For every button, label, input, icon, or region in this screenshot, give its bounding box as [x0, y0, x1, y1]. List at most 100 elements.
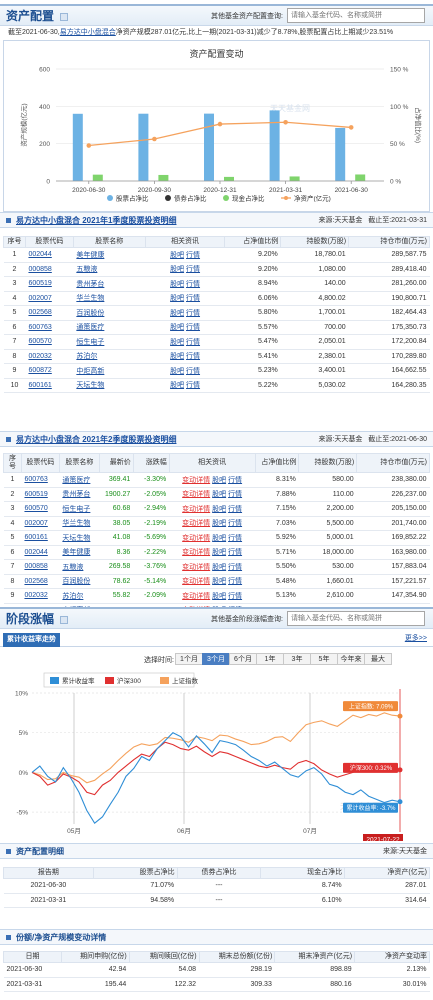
news-link[interactable]: 股吧 — [170, 368, 184, 375]
news-link[interactable]: 行情 — [228, 506, 242, 513]
stock-link[interactable]: 002568 — [24, 578, 47, 585]
news-link[interactable]: 行情 — [186, 324, 200, 331]
range-tab[interactable]: 今年来 — [337, 653, 365, 665]
news-link[interactable]: 股吧 — [170, 382, 184, 389]
news-link[interactable]: 变动详情 — [182, 506, 210, 513]
stock-link[interactable]: 002007 — [24, 520, 47, 527]
news-link[interactable]: 股吧 — [170, 295, 184, 302]
stock-link[interactable]: 中炬高新 — [76, 368, 104, 375]
range-tab[interactable]: 1年 — [256, 653, 284, 665]
news-link[interactable]: 股吧 — [170, 281, 184, 288]
stock-link[interactable]: 天坛生物 — [76, 382, 104, 389]
stock-link[interactable]: 华兰生物 — [62, 520, 90, 527]
holdings1-title[interactable]: 易方达中小盘混合 2021年1季度股票投资明细 — [16, 215, 176, 226]
stock-link[interactable]: 恒生电子 — [62, 506, 90, 513]
stock-link[interactable]: 002044 — [28, 251, 51, 258]
news-link[interactable]: 行情 — [186, 295, 200, 302]
news-link[interactable]: 变动详情 — [182, 578, 210, 585]
stock-link[interactable]: 000858 — [24, 563, 47, 570]
perf-more-link[interactable]: 更多>> — [405, 633, 427, 643]
stock-link[interactable]: 600161 — [28, 382, 51, 389]
news-link[interactable]: 股吧 — [170, 266, 184, 273]
stock-link[interactable]: 600570 — [28, 338, 51, 345]
stock-link[interactable]: 002007 — [28, 295, 51, 302]
stock-link[interactable]: 百润股份 — [76, 310, 104, 317]
stock-link[interactable]: 600570 — [24, 505, 47, 512]
range-tab[interactable]: 3个月 — [202, 653, 230, 665]
news-link[interactable]: 变动详情 — [182, 549, 210, 556]
stock-link[interactable]: 600763 — [24, 476, 47, 483]
stock-link[interactable]: 600161 — [24, 534, 47, 541]
news-link[interactable]: 行情 — [186, 339, 200, 346]
stock-link[interactable]: 五粮液 — [76, 266, 97, 273]
news-link[interactable]: 变动详情 — [182, 593, 210, 600]
toggle-icon[interactable] — [60, 615, 69, 624]
stock-link[interactable]: 600872 — [28, 367, 51, 374]
news-link[interactable]: 变动详情 — [182, 491, 210, 498]
stock-link[interactable]: 五粮液 — [62, 564, 83, 571]
fund-link[interactable]: 易方达中小盘混合 — [60, 29, 116, 36]
stock-link[interactable]: 002044 — [24, 549, 47, 556]
range-tab[interactable]: 3年 — [283, 653, 311, 665]
stock-link[interactable]: 002568 — [28, 309, 51, 316]
range-tab[interactable]: 5年 — [310, 653, 338, 665]
news-link[interactable]: 行情 — [228, 491, 242, 498]
stock-link[interactable]: 美年健康 — [76, 252, 104, 259]
news-link[interactable]: 股吧 — [170, 339, 184, 346]
stock-link[interactable]: 恒生电子 — [76, 339, 104, 346]
news-link[interactable]: 行情 — [186, 252, 200, 259]
news-link[interactable]: 行情 — [186, 310, 200, 317]
news-link[interactable]: 股吧 — [212, 549, 226, 556]
news-link[interactable]: 行情 — [228, 578, 242, 585]
news-link[interactable]: 股吧 — [170, 252, 184, 259]
stock-link[interactable]: 600763 — [28, 324, 51, 331]
news-link[interactable]: 变动详情 — [182, 520, 210, 527]
news-link[interactable]: 股吧 — [170, 310, 184, 317]
news-link[interactable]: 行情 — [228, 520, 242, 527]
news-link[interactable]: 股吧 — [212, 578, 226, 585]
range-tab[interactable]: 6个月 — [229, 653, 257, 665]
news-link[interactable]: 行情 — [186, 382, 200, 389]
stock-link[interactable]: 通策医疗 — [76, 324, 104, 331]
news-link[interactable]: 股吧 — [212, 593, 226, 600]
news-link[interactable]: 行情 — [228, 593, 242, 600]
stock-link[interactable]: 苏泊尔 — [62, 593, 83, 600]
news-link[interactable]: 股吧 — [212, 564, 226, 571]
news-link[interactable]: 股吧 — [212, 506, 226, 513]
news-link[interactable]: 行情 — [228, 535, 242, 542]
perf-tab[interactable]: 累计收益率走势 — [3, 633, 60, 647]
news-link[interactable]: 变动详情 — [182, 535, 210, 542]
news-link[interactable]: 股吧 — [212, 535, 226, 542]
stock-link[interactable]: 苏泊尔 — [76, 353, 97, 360]
stock-link[interactable]: 002032 — [28, 353, 51, 360]
news-link[interactable]: 股吧 — [212, 520, 226, 527]
stock-link[interactable]: 600519 — [24, 491, 47, 498]
stock-link[interactable]: 天坛生物 — [62, 535, 90, 542]
range-tab[interactable]: 最大 — [364, 653, 392, 665]
stock-link[interactable]: 600519 — [28, 280, 51, 287]
news-link[interactable]: 变动详情 — [182, 564, 210, 571]
stock-link[interactable]: 贵州茅台 — [76, 281, 104, 288]
news-link[interactable]: 股吧 — [170, 353, 184, 360]
news-link[interactable]: 行情 — [186, 281, 200, 288]
toggle-icon[interactable] — [60, 12, 69, 21]
stock-link[interactable]: 002032 — [24, 592, 47, 599]
holdings2-title[interactable]: 易方达中小盘混合 2021年2季度股票投资明细 — [16, 434, 176, 445]
news-link[interactable]: 行情 — [228, 477, 242, 484]
news-link[interactable]: 股吧 — [212, 477, 226, 484]
perf-search-input[interactable] — [287, 611, 425, 626]
news-link[interactable]: 股吧 — [212, 491, 226, 498]
news-link[interactable]: 行情 — [186, 266, 200, 273]
news-link[interactable]: 变动详情 — [182, 477, 210, 484]
news-link[interactable]: 股吧 — [170, 324, 184, 331]
stock-link[interactable]: 华兰生物 — [76, 295, 104, 302]
news-link[interactable]: 行情 — [186, 368, 200, 375]
stock-link[interactable]: 通策医疗 — [62, 477, 90, 484]
stock-link[interactable]: 美年健康 — [62, 549, 90, 556]
news-link[interactable]: 行情 — [228, 549, 242, 556]
stock-link[interactable]: 贵州茅台 — [62, 491, 90, 498]
asset-search-input[interactable] — [287, 8, 425, 23]
stock-link[interactable]: 000858 — [28, 266, 51, 273]
news-link[interactable]: 行情 — [186, 353, 200, 360]
news-link[interactable]: 行情 — [228, 564, 242, 571]
